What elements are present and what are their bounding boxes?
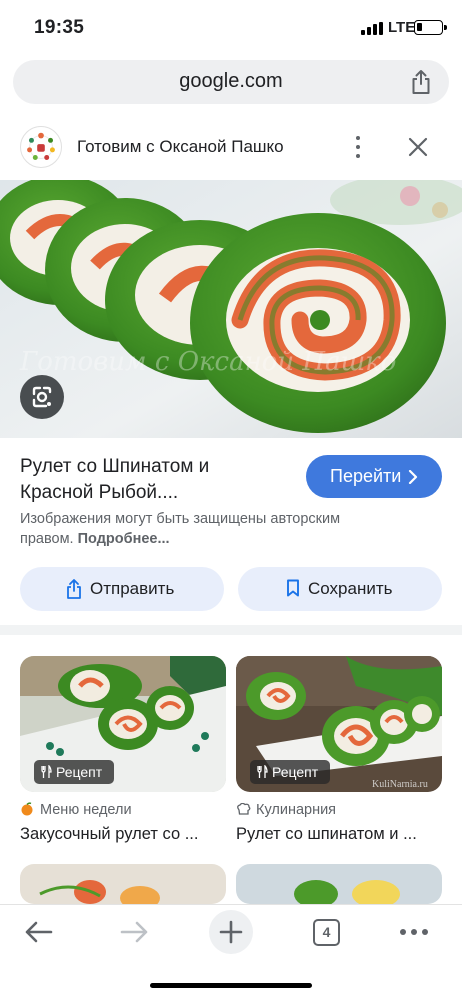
tabs-icon[interactable]: 4 xyxy=(313,919,340,946)
visit-label: Перейти xyxy=(330,466,402,486)
source-name[interactable]: Готовим с Оксаной Пашко xyxy=(77,137,284,157)
home-indicator[interactable] xyxy=(150,983,312,988)
related-image-2[interactable]: KuliNarnia.ru Рецепт xyxy=(236,656,442,792)
plus-icon xyxy=(219,920,243,944)
copyright-notice: Изображения могут быть защищены авторски… xyxy=(20,511,341,547)
battery-icon xyxy=(414,20,447,35)
recipe-badge: Рецепт xyxy=(250,760,330,784)
cutlery-icon xyxy=(41,765,52,778)
related-source-1: Меню недели xyxy=(40,802,132,818)
share-icon xyxy=(67,579,81,599)
url-text: google.com xyxy=(179,70,283,92)
result-image[interactable]: Готовим с Оксаной Пашко xyxy=(0,180,462,438)
related-source-2: Кулинарния xyxy=(256,802,337,818)
address-bar[interactable]: google.com xyxy=(13,60,449,104)
network-type: LTE xyxy=(388,19,416,36)
signal-icon xyxy=(361,22,383,35)
save-label: Сохранить xyxy=(308,579,393,598)
share-icon[interactable] xyxy=(409,69,433,95)
visit-button[interactable]: Перейти xyxy=(306,455,442,498)
status-bar: 19:35 LTE xyxy=(0,0,462,56)
related-image-4[interactable] xyxy=(236,864,442,904)
related-title-1[interactable]: Закусочный рулет со ... xyxy=(20,825,198,844)
image-watermark: Готовим с Оксаной Пашко xyxy=(19,347,396,377)
more-vert-icon[interactable] xyxy=(350,134,366,160)
new-tab-button[interactable] xyxy=(209,910,253,954)
result-title[interactable]: Рулет со Шпинатом и Красной Рыбой.... xyxy=(20,454,290,506)
forward-icon[interactable] xyxy=(118,919,150,945)
spinach-roll-photo: Готовим с Оксаной Пашко xyxy=(0,180,462,438)
source-avatar[interactable] xyxy=(20,126,62,168)
section-divider xyxy=(0,625,462,635)
save-button[interactable]: Сохранить xyxy=(238,567,442,611)
recipe-badge: Рецепт xyxy=(34,760,114,784)
back-icon[interactable] xyxy=(23,919,55,945)
more-horiz-icon[interactable] xyxy=(400,929,428,935)
orange-icon xyxy=(21,802,33,816)
learn-more-link[interactable]: Подробнее... xyxy=(78,531,170,547)
send-button[interactable]: Отправить xyxy=(20,567,224,611)
related-title-2[interactable]: Рулет со шпинатом и ... xyxy=(236,825,417,844)
close-icon[interactable] xyxy=(405,134,431,160)
chef-hat-icon xyxy=(237,803,251,815)
lens-search-button[interactable] xyxy=(20,375,64,419)
lens-icon xyxy=(32,386,52,408)
status-time: 19:35 xyxy=(34,17,85,38)
related-image-1[interactable]: Рецепт xyxy=(20,656,226,792)
chevron-right-icon xyxy=(408,470,418,484)
bookmark-icon xyxy=(287,579,299,597)
cutlery-icon xyxy=(257,765,268,778)
related-photo-4 xyxy=(236,864,442,904)
send-label: Отправить xyxy=(90,579,175,598)
related-photo-3 xyxy=(20,864,226,904)
related-watermark: KuliNarnia.ru xyxy=(372,779,428,790)
related-image-3[interactable] xyxy=(20,864,226,904)
source-header: Готовим с Оксаной Пашко xyxy=(0,118,462,180)
